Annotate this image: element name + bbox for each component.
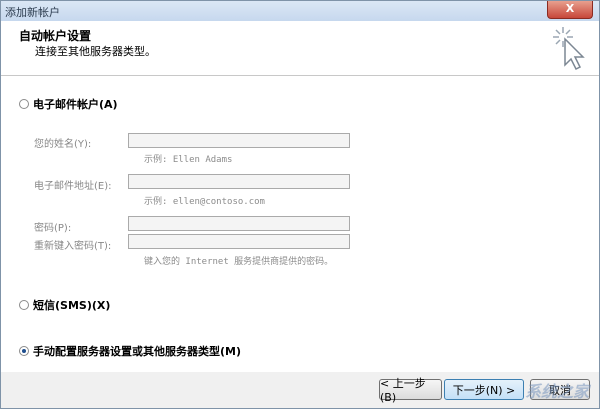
email-hint: 示例: ellen@contoso.com: [144, 197, 265, 207]
email-account-option[interactable]: 电子邮件帐户(A): [19, 96, 118, 112]
manual-config-option[interactable]: 手动配置服务器设置或其他服务器类型(M): [19, 343, 241, 359]
password-field[interactable]: [128, 216, 350, 231]
close-button[interactable]: X: [547, 1, 593, 19]
password-confirm-label: 重新键入密码(T):: [34, 241, 112, 252]
cursor-sparkle-icon: [553, 27, 585, 71]
watermark-logo: 系统之家: [524, 382, 589, 401]
password-hint: 键入您的 Internet 服务提供商提供的密码。: [144, 257, 334, 267]
close-icon: X: [565, 2, 575, 15]
password-label: 密码(P):: [34, 223, 72, 234]
password-confirm-field[interactable]: [128, 234, 350, 249]
email-label: 电子邮件地址(E):: [34, 181, 112, 192]
email-account-radio[interactable]: [19, 99, 29, 109]
page-subtitle: 连接至其他服务器类型。: [35, 45, 156, 58]
name-hint: 示例: Ellen Adams: [144, 155, 233, 165]
back-button[interactable]: < 上一步(B): [379, 377, 442, 404]
add-account-dialog: 添加新帐户 X 自动帐户设置 连接至其他服务器类型。 电子邮件帐户(A) 您的姓…: [0, 0, 600, 409]
wizard-footer: < 上一步(B) 下一步(N) > 取消 系统之家: [1, 372, 599, 408]
title-bar: 添加新帐户 X: [1, 1, 599, 21]
name-label: 您的姓名(Y):: [34, 139, 92, 150]
name-field[interactable]: [128, 133, 350, 148]
next-button[interactable]: 下一步(N) >: [444, 379, 524, 400]
window-title: 添加新帐户: [5, 6, 60, 19]
email-account-label: 电子邮件帐户(A): [33, 98, 118, 111]
page-title: 自动帐户设置: [19, 29, 92, 43]
wizard-header: 自动帐户设置 连接至其他服务器类型。: [1, 21, 599, 76]
manual-config-label: 手动配置服务器设置或其他服务器类型(M): [33, 345, 241, 358]
email-field[interactable]: [128, 174, 350, 189]
manual-config-radio[interactable]: [19, 346, 29, 356]
sms-label: 短信(SMS)(X): [33, 299, 111, 312]
wizard-content: 电子邮件帐户(A) 您的姓名(Y): 示例: Ellen Adams 电子邮件地…: [1, 76, 599, 372]
sms-radio[interactable]: [19, 300, 29, 310]
sms-option[interactable]: 短信(SMS)(X): [19, 297, 110, 313]
